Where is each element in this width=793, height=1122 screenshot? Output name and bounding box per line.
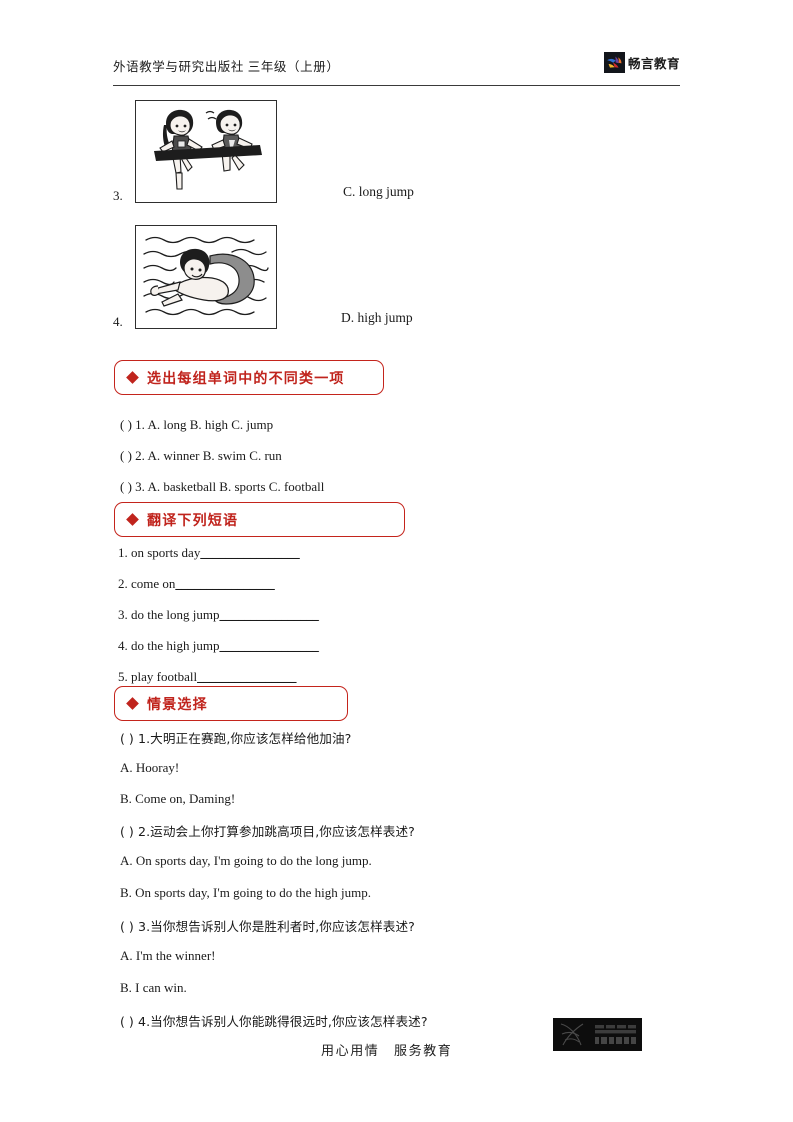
translate-blank-2[interactable]: ________________ — [175, 576, 275, 591]
translate-phrase-1: on sports day — [131, 545, 201, 560]
mc-number-2: 2. — [135, 448, 145, 463]
picture-item-3: 3. C. long jump — [113, 100, 533, 215]
section-title: 选出每组单词中的不同类一项 — [147, 370, 345, 387]
mc-row-1: ( ) 1. A. long B. high C. jump — [120, 417, 273, 433]
mc-choices-2: A. winner B. swim C. run — [147, 448, 282, 463]
translate-number-4: 4. — [118, 638, 128, 653]
situational-question-3: ( ) 3.当你想告诉别人你是胜利者时,你应该怎样表述? — [120, 916, 415, 935]
picture-item-4: 4. D. high jump — [113, 225, 533, 343]
worksheet-page: 外语教学与研究出版社 三年级（上册） 畅言教育 3. C. long jump … — [0, 0, 793, 1122]
section-heading-situational-choice: 情景选择 — [114, 686, 348, 721]
translate-number-2: 2. — [118, 576, 128, 591]
situational-q3-option-b[interactable]: B. I can win. — [120, 980, 187, 996]
situational-number-2: 2. — [137, 824, 151, 839]
situational-number-1: 1. — [137, 731, 151, 746]
situational-number-4: 4. — [137, 1014, 151, 1029]
mc-answer-paren-2[interactable]: ( ) — [120, 448, 132, 463]
bird-logo-icon — [603, 52, 625, 73]
situational-answer-paren-1[interactable]: ( ) — [120, 731, 134, 746]
section-title: 翻译下列短语 — [147, 512, 239, 529]
translate-blank-4[interactable]: ________________ — [219, 638, 319, 653]
situational-answer-paren-4[interactable]: ( ) — [120, 1014, 134, 1029]
red-diamond-icon — [126, 697, 139, 710]
picture-number-4: 4. — [113, 314, 123, 329]
translate-number-1: 1. — [118, 545, 128, 560]
situational-question-4: ( ) 4.当你想告诉别人你能跳得很远时,你应该怎样表述? — [120, 1011, 428, 1030]
translate-number-5: 5. — [118, 669, 128, 684]
translate-blank-5[interactable]: ________________ — [197, 669, 297, 684]
situational-q3-option-a[interactable]: A. I'm the winner! — [120, 948, 215, 964]
situational-answer-paren-2[interactable]: ( ) — [120, 824, 134, 839]
header-divider — [113, 85, 680, 86]
section-title: 情景选择 — [147, 696, 208, 713]
iflytek-logo-icon — [553, 1018, 642, 1051]
translate-phrase-3: do the long jump — [131, 607, 220, 622]
picture-option-C: C. long jump — [343, 184, 414, 199]
publisher-title: 外语教学与研究出版社 三年级（上册） — [113, 60, 340, 74]
translate-phrase-2: come on — [131, 576, 176, 591]
swimming-boy-image — [135, 225, 277, 329]
translate-phrase-4: do the high jump — [131, 638, 220, 653]
situational-prompt-2: 运动会上你打算参加跳高项目,你应该怎样表述? — [150, 824, 415, 839]
mc-answer-paren-1[interactable]: ( ) — [120, 417, 132, 432]
situational-q2-option-a[interactable]: A. On sports day, I'm going to do the lo… — [120, 853, 372, 869]
mc-row-3: ( ) 3. A. basketball B. sports C. footba… — [120, 479, 324, 495]
translate-row-1: 1. on sports day________________ — [118, 545, 300, 561]
translate-row-3: 3. do the long jump________________ — [118, 607, 319, 623]
translate-phrase-5: play football — [131, 669, 198, 684]
brand-name: 畅言教育 — [627, 57, 680, 71]
translate-blank-1[interactable]: ________________ — [200, 545, 300, 560]
section-heading-odd-one-out: 选出每组单词中的不同类一项 — [114, 360, 384, 395]
mc-answer-paren-3[interactable]: ( ) — [120, 479, 132, 494]
red-diamond-icon — [126, 513, 139, 526]
section-heading-translate-phrases: 翻译下列短语 — [114, 502, 405, 537]
mc-row-2: ( ) 2. A. winner B. swim C. run — [120, 448, 282, 464]
situational-answer-paren-3[interactable]: ( ) — [120, 919, 134, 934]
translate-number-3: 3. — [118, 607, 128, 622]
mc-number-1: 1. — [135, 417, 145, 432]
situational-q2-option-b[interactable]: B. On sports day, I'm going to do the hi… — [120, 885, 371, 901]
mc-number-3: 3. — [135, 479, 145, 494]
page-header: 外语教学与研究出版社 三年级（上册） 畅言教育 — [113, 52, 680, 86]
translate-row-4: 4. do the high jump________________ — [118, 638, 319, 654]
situational-q1-option-a[interactable]: A. Hooray! — [120, 760, 179, 776]
translate-row-5: 5. play football________________ — [118, 669, 297, 685]
situational-question-1: ( ) 1.大明正在赛跑,你应该怎样给他加油? — [120, 728, 351, 747]
brand-logo: 畅言教育 — [603, 52, 680, 73]
picture-number-3: 3. — [113, 188, 123, 203]
situational-question-2: ( ) 2.运动会上你打算参加跳高项目,你应该怎样表述? — [120, 821, 415, 840]
mc-choices-3: A. basketball B. sports C. football — [147, 479, 325, 494]
situational-q1-option-b[interactable]: B. Come on, Daming! — [120, 791, 235, 807]
running-children-image — [135, 100, 277, 203]
red-diamond-icon — [126, 371, 139, 384]
situational-number-3: 3. — [137, 919, 151, 934]
situational-prompt-4: 当你想告诉别人你能跳得很远时,你应该怎样表述? — [150, 1014, 428, 1029]
picture-option-D: D. high jump — [341, 310, 413, 325]
translate-blank-3[interactable]: ________________ — [219, 607, 319, 622]
mc-choices-1: A. long B. high C. jump — [147, 417, 274, 432]
footer-slogan: 用心用情 服务教育 — [321, 1043, 453, 1058]
translate-row-2: 2. come on________________ — [118, 576, 275, 592]
situational-prompt-1: 大明正在赛跑,你应该怎样给他加油? — [150, 731, 352, 746]
situational-prompt-3: 当你想告诉别人你是胜利者时,你应该怎样表述? — [150, 919, 415, 934]
